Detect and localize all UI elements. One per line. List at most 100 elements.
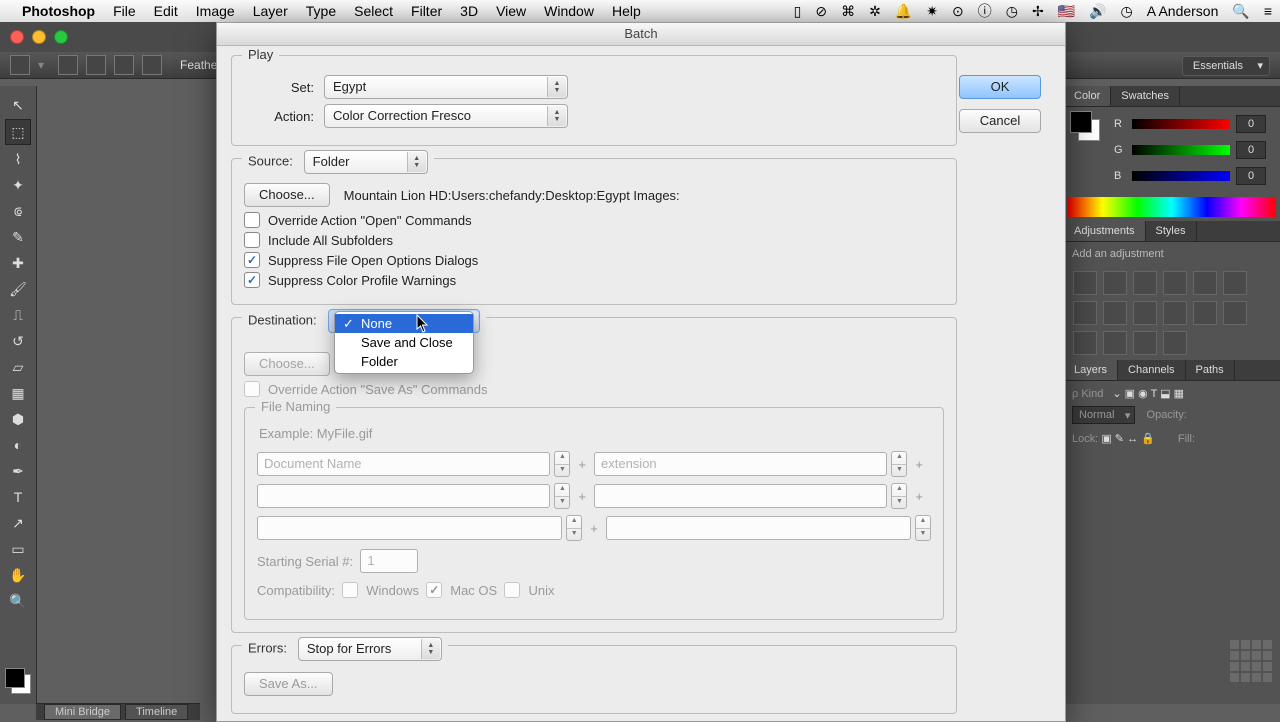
blend-mode[interactable]: Normal [1072,406,1135,424]
adjustment-icon[interactable] [1133,271,1157,295]
move-tool[interactable]: ↖ [6,93,30,117]
adjustment-icon[interactable] [1223,271,1247,295]
naming-field-3[interactable] [257,484,550,508]
stepper[interactable]: ▲▼ [891,451,907,477]
errors-select[interactable]: Stop for Errors▲▼ [298,637,442,661]
dodge-tool[interactable]: ◐ [6,433,30,457]
stepper[interactable]: ▲▼ [566,515,582,541]
brush-tool[interactable]: 🖌 [6,277,30,301]
compat-mac[interactable]: Mac OS [426,582,497,598]
opt-icon[interactable] [86,55,106,75]
type-tool[interactable]: T [6,485,30,509]
menu-filter[interactable]: Filter [411,3,442,19]
marquee-icon[interactable] [10,55,30,75]
menu-3d[interactable]: 3D [460,3,478,19]
tab-paths[interactable]: Paths [1186,360,1235,380]
action-select[interactable]: Color Correction Fresco▲▼ [324,104,568,128]
pen-tool[interactable]: ✒ [6,459,30,483]
adjustment-icon[interactable] [1163,331,1187,355]
color-swatches[interactable] [5,668,31,694]
serial-input[interactable]: 1 [360,549,418,573]
blur-tool[interactable]: ⬢ [6,407,30,431]
clock-icon[interactable]: ◷ [1121,3,1133,20]
status-icon[interactable]: ✷ [926,3,938,20]
adjustment-icon[interactable] [1133,331,1157,355]
suppress-color-checkbox[interactable]: Suppress Color Profile Warnings [244,272,944,288]
user-menu[interactable]: A Anderson [1147,3,1219,19]
footer-tab-timeline[interactable]: Timeline [125,704,188,720]
naming-field-5[interactable] [257,516,562,540]
menu-file[interactable]: File [113,3,136,19]
menu-edit[interactable]: Edit [154,3,178,19]
adjustment-icon[interactable] [1103,301,1127,325]
adjustment-icon[interactable] [1193,301,1217,325]
destination-choose-button[interactable]: Choose... [244,352,330,376]
stepper[interactable]: ▲▼ [915,515,931,541]
adjustment-icon[interactable] [1193,271,1217,295]
menu-window[interactable]: Window [544,3,594,19]
shape-tool[interactable]: ▭ [6,537,30,561]
g-value[interactable]: 0 [1236,141,1266,159]
tab-channels[interactable]: Channels [1118,360,1185,380]
opt-icon[interactable] [142,55,162,75]
popup-item-none[interactable]: None [335,314,473,333]
footer-tab-minibridge[interactable]: Mini Bridge [44,704,121,720]
crop-tool[interactable]: ⟃ [6,199,30,223]
hand-tool[interactable]: ✋ [6,563,30,587]
adjustment-icon[interactable] [1103,271,1127,295]
marquee-tool[interactable]: ⬚ [5,119,31,145]
r-slider[interactable] [1132,119,1230,129]
app-menu[interactable]: Photoshop [22,3,95,19]
tab-adjustments[interactable]: Adjustments [1064,221,1146,241]
adjustment-icon[interactable] [1073,331,1097,355]
status-icon[interactable]: ▯ [794,3,802,20]
opt-icon[interactable] [58,55,78,75]
gradient-tool[interactable]: ▦ [6,381,30,405]
adjustment-icon[interactable] [1103,331,1127,355]
source-select[interactable]: Folder▲▼ [304,150,428,174]
set-select[interactable]: Egypt▲▼ [324,75,568,99]
naming-field-2[interactable]: extension [594,452,887,476]
list-icon[interactable]: ≡ [1264,3,1272,19]
eraser-tool[interactable]: ▱ [6,355,30,379]
save-as-button[interactable]: Save As... [244,672,333,696]
naming-field-4[interactable] [594,484,887,508]
status-icon[interactable]: ✢ [1032,3,1044,20]
adjustment-icon[interactable] [1073,301,1097,325]
compat-windows[interactable]: Windows [342,582,419,598]
notifications-icon[interactable]: 🔔 [895,3,912,20]
g-slider[interactable] [1132,145,1230,155]
override-save-checkbox[interactable]: Override Action "Save As" Commands [244,381,944,397]
heal-tool[interactable]: ✚ [6,251,30,275]
lasso-tool[interactable]: ⌇ [6,147,30,171]
popup-item-save-close[interactable]: Save and Close [335,333,473,352]
naming-field-6[interactable] [606,516,911,540]
minimize-window[interactable] [32,30,46,44]
status-icon[interactable]: ⌘ [841,3,855,20]
naming-field-1[interactable]: Document Name [257,452,550,476]
tab-swatches[interactable]: Swatches [1111,86,1180,106]
status-icon[interactable]: ⊙ [952,3,964,20]
compat-unix[interactable]: Unix [504,582,554,598]
status-icon[interactable]: ✲ [869,3,881,20]
opt-icon[interactable] [114,55,134,75]
adjustment-icon[interactable] [1223,301,1247,325]
tab-styles[interactable]: Styles [1146,221,1197,241]
color-spectrum[interactable] [1068,197,1276,217]
path-select-tool[interactable]: ↗ [6,511,30,535]
status-icon[interactable]: ⊘ [815,3,827,20]
tab-color[interactable]: Color [1064,86,1111,106]
source-choose-button[interactable]: Choose... [244,183,330,207]
adjustment-icon[interactable] [1133,301,1157,325]
popup-item-folder[interactable]: Folder [335,352,473,371]
menu-help[interactable]: Help [612,3,641,19]
menu-image[interactable]: Image [196,3,235,19]
volume-icon[interactable]: 🔊 [1089,3,1106,20]
spotlight-icon[interactable]: 🔍 [1232,3,1249,20]
b-slider[interactable] [1132,171,1230,181]
flag-icon[interactable]: 🇺🇸 [1058,3,1075,20]
zoom-tool[interactable]: 🔍 [6,589,30,613]
include-subfolders-checkbox[interactable]: Include All Subfolders [244,232,944,248]
override-open-checkbox[interactable]: Override Action "Open" Commands [244,212,944,228]
eyedropper-tool[interactable]: ✎ [6,225,30,249]
